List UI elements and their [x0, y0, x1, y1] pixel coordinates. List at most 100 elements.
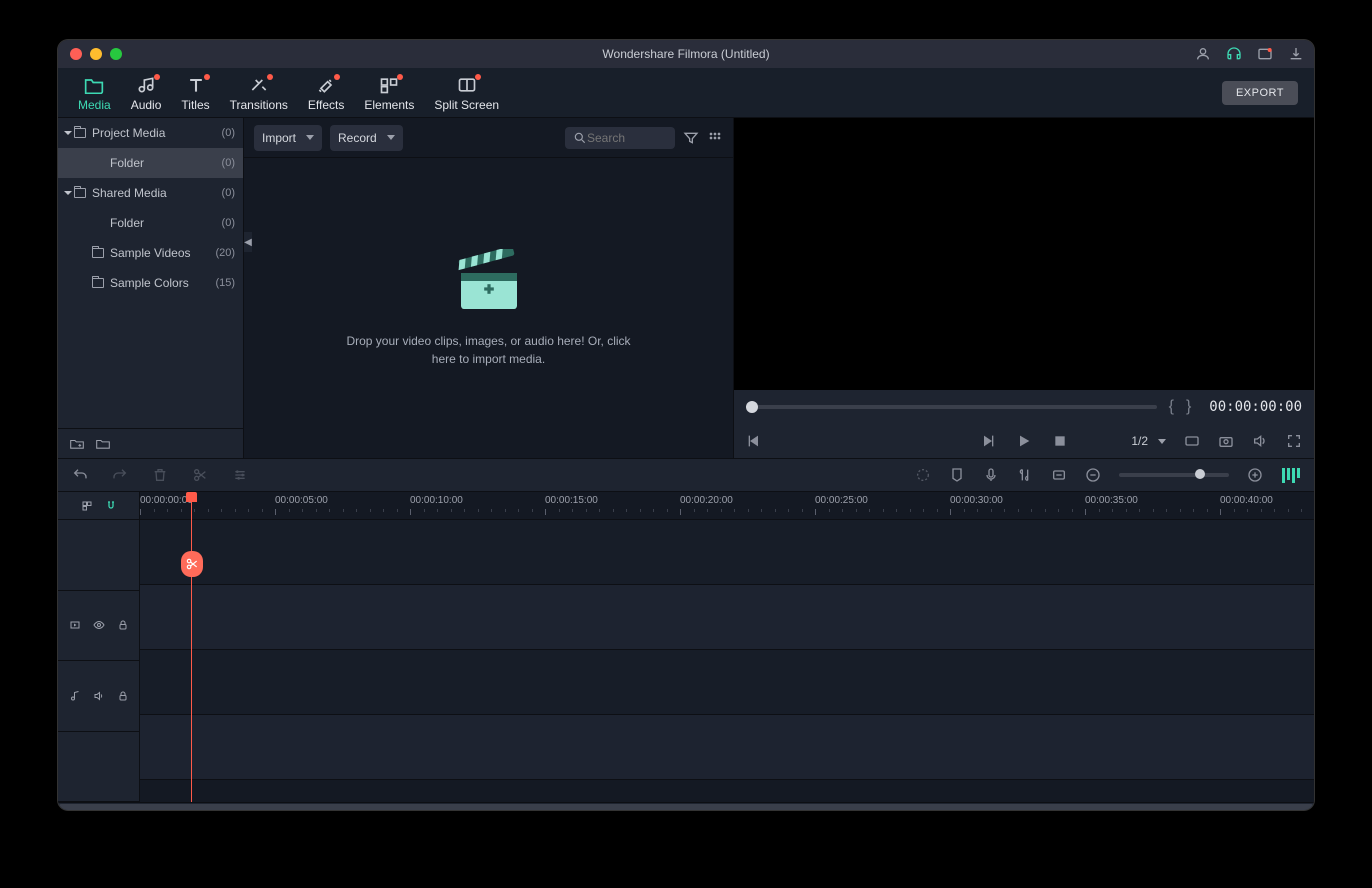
split-icon[interactable]	[192, 467, 208, 483]
messages-icon[interactable]	[1257, 46, 1273, 62]
sidebar-item[interactable]: Project Media(0)	[58, 118, 243, 148]
delete-icon[interactable]	[152, 467, 168, 483]
export-button[interactable]: EXPORT	[1222, 81, 1298, 105]
step-back-icon[interactable]	[746, 433, 762, 449]
fullscreen-icon[interactable]	[1286, 433, 1302, 449]
tab-media[interactable]: Media	[68, 74, 121, 112]
sidebar-item[interactable]: Shared Media(0)	[58, 178, 243, 208]
mark-out-icon[interactable]: }	[1186, 398, 1191, 416]
timeline: 00:00:00:0000:00:05:0000:00:10:0000:00:1…	[58, 492, 1314, 802]
ruler-tick: 00:00:15:00	[545, 495, 598, 506]
sidebar-item[interactable]: Sample Videos(20)	[58, 238, 243, 268]
time-ruler[interactable]: 00:00:00:0000:00:05:0000:00:10:0000:00:1…	[140, 492, 1314, 520]
tab-titles[interactable]: Titles	[171, 74, 219, 112]
elements-icon	[379, 76, 399, 94]
minimize-window[interactable]	[90, 48, 102, 60]
sidebar-item[interactable]: Folder(0)	[58, 208, 243, 238]
preview-zoom-select[interactable]: 1/2	[1131, 434, 1166, 448]
tab-label: Transitions	[230, 98, 288, 112]
ruler-tick: 00:00:35:00	[1085, 495, 1138, 506]
import-dropdown[interactable]: Import	[254, 125, 322, 151]
media-sidebar: Project Media(0)Folder(0)Shared Media(0)…	[58, 118, 244, 458]
tab-label: Split Screen	[434, 98, 499, 112]
ruler-tick: 00:00:40:00	[1220, 495, 1273, 506]
collapse-sidebar[interactable]: ◀	[244, 232, 252, 252]
track-headers	[58, 492, 140, 802]
lock-icon[interactable]	[117, 619, 129, 631]
tracks-area[interactable]: 00:00:00:0000:00:05:0000:00:10:0000:00:1…	[140, 492, 1314, 802]
timeline-toolbar	[58, 458, 1314, 492]
tab-effects[interactable]: Effects	[298, 74, 354, 112]
splitscreen-icon	[457, 76, 477, 94]
new-folder-icon[interactable]	[70, 438, 84, 450]
playback-progress[interactable]	[746, 405, 1157, 409]
media-panel: Import Record Drop your video clips, ima…	[244, 118, 734, 458]
clapper-icon	[449, 249, 529, 314]
app-window: Wondershare Filmora (Untitled) Media Aud…	[58, 40, 1314, 810]
sidebar-item[interactable]: Sample Colors(15)	[58, 268, 243, 298]
ruler-tick: 00:00:00:00	[140, 495, 193, 506]
playhead[interactable]	[191, 492, 192, 802]
transitions-icon	[249, 76, 269, 94]
zoom-out-icon[interactable]	[1085, 467, 1101, 483]
audio-meter-icon[interactable]	[1281, 468, 1300, 483]
ruler-tick: 00:00:30:00	[950, 495, 1003, 506]
grid-view-icon[interactable]	[707, 130, 723, 146]
window-title: Wondershare Filmora (Untitled)	[602, 47, 769, 61]
tab-audio[interactable]: Audio	[121, 74, 172, 112]
video-preview[interactable]	[734, 118, 1314, 390]
undo-icon[interactable]	[72, 467, 88, 483]
mark-in-icon[interactable]: {	[1169, 398, 1174, 416]
render-icon[interactable]	[915, 467, 931, 483]
search-input[interactable]	[587, 131, 667, 145]
quality-icon[interactable]	[1184, 433, 1200, 449]
tab-transitions[interactable]: Transitions	[220, 74, 298, 112]
timecode-display: 00:00:00:00	[1209, 399, 1302, 415]
search-icon	[573, 131, 587, 145]
audio-track-icon[interactable]	[69, 690, 81, 702]
voiceover-icon[interactable]	[983, 467, 999, 483]
audio-mixer-icon[interactable]	[1017, 467, 1033, 483]
tab-elements[interactable]: Elements	[354, 74, 424, 112]
download-icon[interactable]	[1288, 46, 1304, 62]
frame-forward-icon[interactable]	[980, 433, 996, 449]
timeline-scrollbar[interactable]	[58, 802, 1314, 810]
edit-props-icon[interactable]	[232, 467, 248, 483]
visibility-icon[interactable]	[93, 619, 105, 631]
maximize-window[interactable]	[110, 48, 122, 60]
video-track-icon[interactable]	[69, 619, 81, 631]
stop-icon[interactable]	[1052, 433, 1068, 449]
window-controls	[58, 48, 122, 60]
volume-icon[interactable]	[1252, 433, 1268, 449]
filter-icon[interactable]	[683, 130, 699, 146]
account-icon[interactable]	[1195, 46, 1211, 62]
lock-icon[interactable]	[117, 690, 129, 702]
play-icon[interactable]	[1016, 433, 1032, 449]
sidebar-item[interactable]: Folder(0)	[58, 148, 243, 178]
folder-icon[interactable]	[96, 438, 110, 450]
ruler-tick: 00:00:10:00	[410, 495, 463, 506]
media-dropzone[interactable]: Drop your video clips, images, or audio …	[244, 158, 733, 458]
mute-icon[interactable]	[93, 690, 105, 702]
zoom-in-icon[interactable]	[1247, 467, 1263, 483]
titlebar: Wondershare Filmora (Untitled)	[58, 40, 1314, 68]
timeline-zoom-slider[interactable]	[1119, 473, 1229, 477]
preview-panel: { } 00:00:00:00 1/2	[734, 118, 1314, 458]
ruler-tick: 00:00:20:00	[680, 495, 733, 506]
split-cursor-icon[interactable]	[181, 551, 203, 577]
search-box[interactable]	[565, 127, 675, 149]
tab-split-screen[interactable]: Split Screen	[424, 74, 509, 112]
snapshot-icon[interactable]	[1218, 433, 1234, 449]
tab-label: Media	[78, 98, 111, 112]
snap-icon[interactable]	[105, 500, 117, 512]
close-window[interactable]	[70, 48, 82, 60]
record-dropdown[interactable]: Record	[330, 125, 403, 151]
manage-tracks-icon[interactable]	[81, 500, 93, 512]
support-icon[interactable]	[1226, 46, 1242, 62]
track-header-empty2	[58, 732, 139, 803]
track-header-empty1	[58, 520, 139, 591]
marker-icon[interactable]	[949, 467, 965, 483]
tab-label: Titles	[181, 98, 209, 112]
keyframe-icon[interactable]	[1051, 467, 1067, 483]
redo-icon[interactable]	[112, 467, 128, 483]
